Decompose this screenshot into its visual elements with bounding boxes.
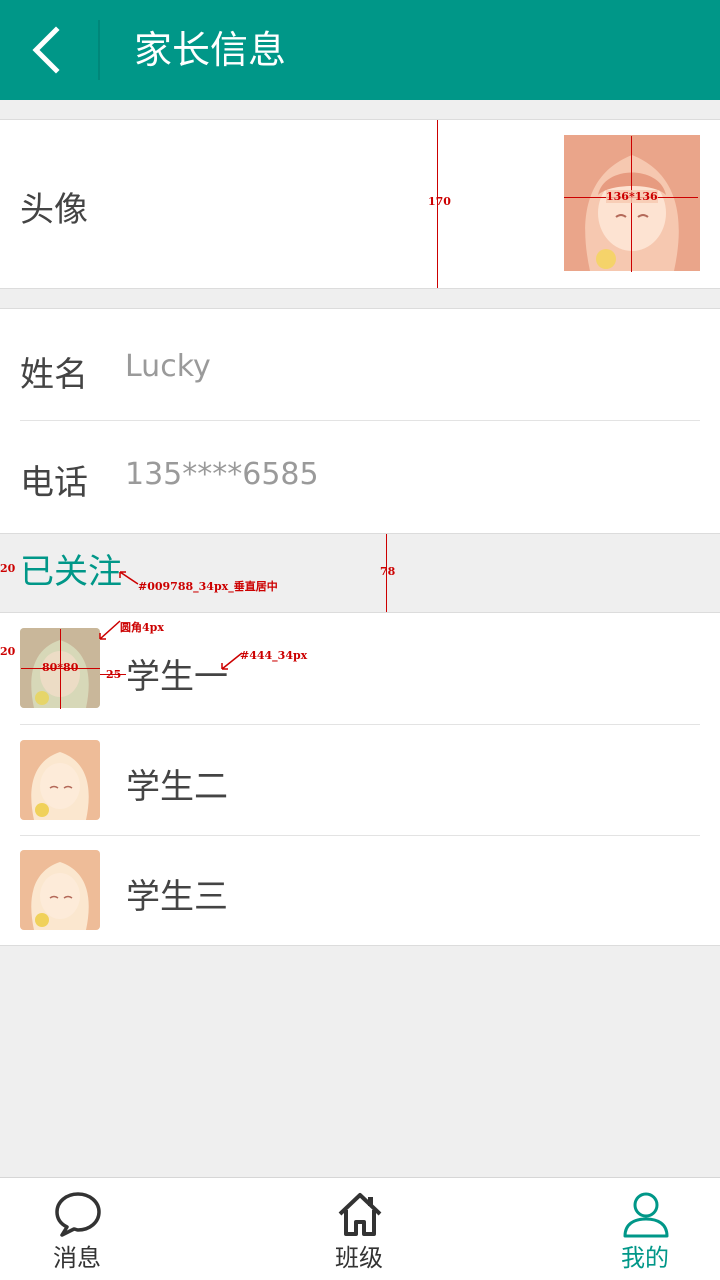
avatar-row[interactable]: 头像 170 136*136 — [0, 119, 720, 289]
height-annotation: 78 — [380, 565, 396, 578]
avatar-label: 头像 — [20, 190, 88, 230]
name-value: Lucky — [125, 349, 211, 384]
back-arrow-icon — [32, 26, 60, 74]
style-annotation: #444_34px — [240, 649, 308, 662]
phone-value: 135****6585 — [125, 457, 319, 492]
page-title: 家长信息 — [134, 28, 287, 72]
left-margin-annotation: 20 — [0, 562, 16, 575]
tab-label: 我的 — [621, 1244, 669, 1272]
back-button[interactable] — [0, 0, 98, 100]
tab-mine[interactable]: 我的 — [570, 1178, 720, 1280]
student-name: 学生三 — [126, 877, 228, 917]
chat-bubble-icon — [55, 1192, 101, 1237]
app-header: 家长信息 — [0, 0, 720, 100]
height-annotation: 170 — [428, 195, 451, 208]
annotation-arrow — [119, 571, 139, 585]
student-name: 学生一 — [126, 657, 228, 697]
size-annotation: 80*80 — [42, 661, 79, 674]
row-divider — [20, 835, 700, 836]
person-icon — [623, 1192, 669, 1238]
style-annotation: #009788_34px_垂直居中 — [138, 580, 278, 593]
radius-annotation: 圆角4px — [120, 621, 164, 634]
home-icon — [338, 1193, 382, 1236]
header-divider — [98, 20, 100, 80]
annotation-arrow — [99, 620, 121, 640]
row-divider — [20, 420, 700, 421]
gap-annotation: 25 — [106, 668, 122, 681]
following-section-title: 已关注 — [20, 552, 122, 592]
student-name: 学生二 — [126, 767, 228, 807]
student-avatar — [20, 740, 100, 820]
left-margin-annotation: 20 — [0, 645, 16, 658]
parent-avatar[interactable] — [564, 135, 700, 271]
size-annotation: 136*136 — [606, 190, 658, 203]
student-list: 学生一 20 80*80 25 圆角4px #444_34px 学生二 学生三 — [0, 612, 720, 946]
dimension-line — [631, 136, 632, 272]
bottom-tab-bar: 消息 班级 我的 — [0, 1177, 720, 1280]
tab-label: 班级 — [335, 1244, 383, 1272]
phone-label: 电话 — [20, 463, 88, 503]
name-label: 姓名 — [20, 355, 88, 395]
student-avatar — [20, 850, 100, 930]
tab-label: 消息 — [53, 1244, 101, 1272]
tab-class[interactable]: 班级 — [284, 1178, 434, 1280]
tab-messages[interactable]: 消息 — [2, 1178, 152, 1280]
info-card: 姓名 Lucky 电话 135****6585 — [0, 308, 720, 534]
row-divider — [20, 724, 700, 725]
